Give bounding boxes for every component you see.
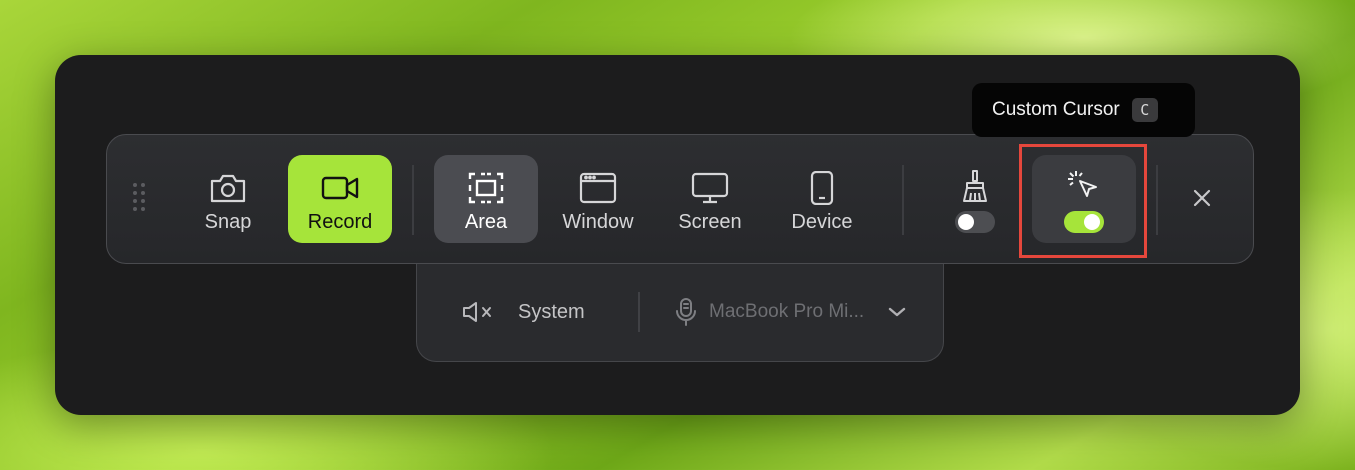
custom-cursor-toggle[interactable] <box>1032 155 1136 243</box>
device-label: Device <box>791 211 853 233</box>
clean-desktop-toggle[interactable] <box>937 155 1013 243</box>
audio-panel: System MacBook Pro Mi... <box>416 262 944 362</box>
close-button[interactable] <box>1187 183 1217 213</box>
camera-icon <box>210 174 246 203</box>
broom-icon <box>963 170 987 202</box>
microphone-label: MacBook Pro Mi... <box>709 301 865 322</box>
tooltip-shortcut-key: C <box>1131 98 1158 122</box>
microphone-select[interactable]: MacBook Pro Mi... <box>673 288 906 336</box>
snap-label: Snap <box>204 211 252 233</box>
custom-cursor-switch[interactable] <box>1064 211 1104 233</box>
record-label: Record <box>307 211 373 233</box>
window-button[interactable]: Window <box>546 155 650 243</box>
separator <box>902 165 904 235</box>
custom-cursor-tooltip: Custom Cursor C <box>972 83 1195 137</box>
speaker-muted-icon <box>463 302 491 322</box>
chevron-down-icon <box>889 307 906 317</box>
area-select-icon <box>468 172 504 204</box>
monitor-icon <box>691 172 729 204</box>
separator <box>412 165 414 235</box>
window-icon <box>579 172 617 204</box>
screen-button[interactable]: Screen <box>658 155 762 243</box>
capture-toolbar: Snap Record Area Window Screen Device <box>106 134 1254 264</box>
record-button[interactable]: Record <box>288 155 392 243</box>
snap-button[interactable]: Snap <box>176 155 280 243</box>
screen-label: Screen <box>678 211 742 233</box>
area-button[interactable]: Area <box>434 155 538 243</box>
system-audio-label: System <box>518 300 585 323</box>
video-camera-icon <box>321 176 359 200</box>
area-label: Area <box>464 211 508 233</box>
separator <box>1156 165 1158 235</box>
close-icon <box>1193 189 1211 207</box>
tooltip-text: Custom Cursor <box>992 99 1120 120</box>
window-label: Window <box>562 211 634 233</box>
microphone-icon <box>676 298 696 326</box>
phone-icon <box>810 171 834 205</box>
device-button[interactable]: Device <box>770 155 874 243</box>
system-audio-button[interactable]: System <box>462 288 585 336</box>
separator <box>638 292 640 332</box>
custom-cursor-icon <box>1068 171 1097 197</box>
drag-handle-icon[interactable] <box>133 183 147 217</box>
clean-desktop-switch[interactable] <box>955 211 995 233</box>
